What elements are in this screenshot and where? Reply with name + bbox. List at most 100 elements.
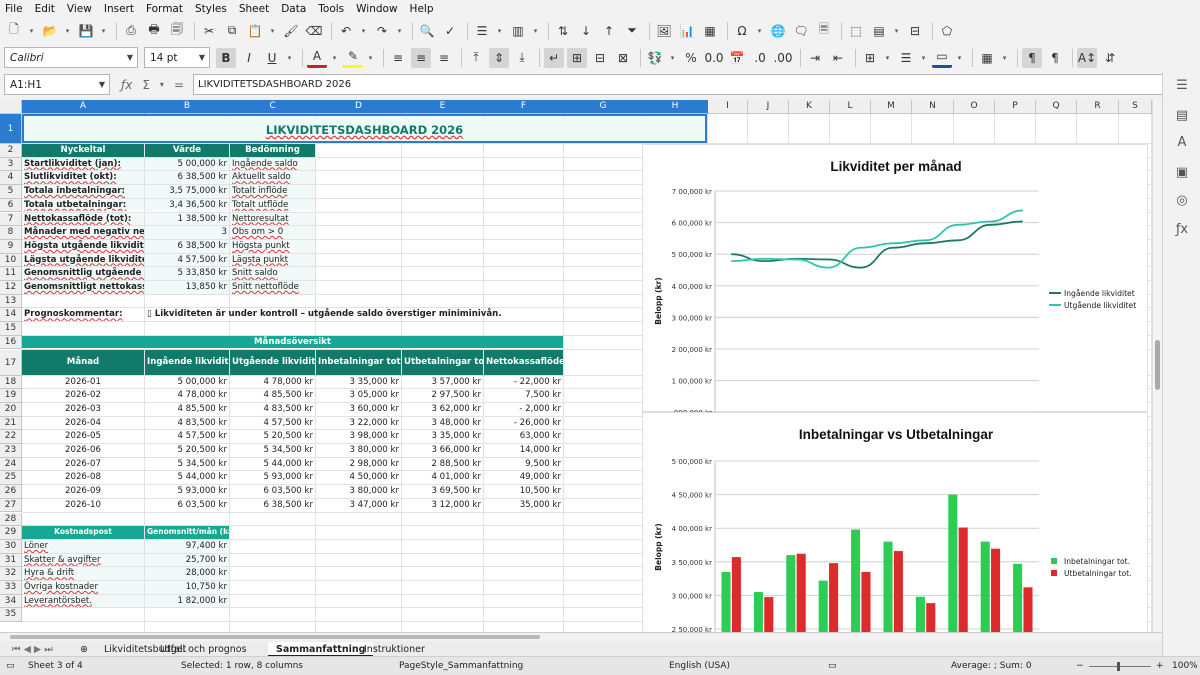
monthly-cell[interactable]: 2 88,500 kr (402, 458, 483, 471)
zoom-out-icon[interactable]: − (1076, 661, 1084, 671)
monthly-cell[interactable]: 7,500 kr (484, 389, 563, 402)
print-icon[interactable]: 🖶 (144, 21, 164, 41)
clone-formatting-icon[interactable]: 🖌 (281, 21, 301, 41)
column-icon[interactable]: ▥ (508, 21, 528, 41)
kpi-value[interactable]: 13,850 kr (145, 281, 229, 294)
monthly-section-title[interactable]: Månadsöversikt (22, 335, 563, 349)
bar-utbetalningar[interactable] (731, 557, 741, 632)
font-size-combo[interactable]: 14 pt ▼ (144, 47, 210, 68)
merge-center-icon[interactable]: ⊞ (567, 47, 587, 68)
percent-format-icon[interactable]: % (681, 48, 701, 68)
monthly-cell[interactable]: 3 60,000 kr (316, 403, 401, 416)
zoom-slider-thumb[interactable] (1117, 662, 1120, 671)
cost-label[interactable]: Leverantörsbet. (22, 594, 144, 608)
monthly-cell[interactable]: 2026-09 (22, 485, 144, 498)
delete-decimal-icon[interactable]: .00 (773, 48, 793, 68)
clear-formatting-icon[interactable]: ⌫ (304, 21, 324, 41)
monthly-cell[interactable]: 3 47,000 kr (316, 499, 401, 512)
column-header-h[interactable]: H (643, 100, 708, 114)
align-middle-icon[interactable]: ⇕ (489, 47, 509, 68)
sheet-navigation-arrows-icon[interactable]: ⏮ ◀ ▶ ⏭ (4, 642, 61, 657)
formula-input[interactable]: LIKVIDITETSDASHBOARD 2026 (193, 74, 1168, 95)
text-horizontal-icon[interactable]: A↕ (1077, 47, 1097, 68)
open-folder-icon[interactable]: 📂 (40, 21, 60, 41)
save-dropdown-icon[interactable]: ▾ (99, 21, 108, 41)
border-color-dropdown-icon[interactable]: ▾ (955, 48, 964, 68)
kpi-label[interactable]: Slutlikviditet (okt): (22, 171, 144, 185)
bar-inbetalningar[interactable] (1013, 563, 1023, 632)
menu-item-format[interactable]: Format (146, 3, 183, 15)
cost-label[interactable]: Hyra & drift (22, 567, 144, 580)
monthly-cell[interactable]: 14,000 kr (484, 444, 563, 457)
comment-icon[interactable]: 🗨 (791, 21, 811, 41)
pivot-table-icon[interactable]: ▦ (700, 21, 720, 41)
column-header-i[interactable]: I (708, 100, 748, 114)
chevron-down-icon[interactable]: ▼ (127, 53, 133, 62)
kpi-value[interactable]: 5 00,000 kr (145, 157, 229, 171)
monthly-cell[interactable]: 35,000 kr (484, 499, 563, 512)
cost-header[interactable]: Genomsnitt/mån (kr) (145, 526, 229, 539)
dashboard-title[interactable]: LIKVIDITETSDASHBOARD 2026 (22, 114, 707, 143)
kpi-note[interactable]: Snitt nettoflöde (230, 281, 315, 294)
bar-utbetalningar[interactable] (893, 551, 903, 632)
new-dropdown-icon[interactable]: ▾ (27, 21, 36, 41)
cost-header[interactable]: Kostnadspost (22, 526, 144, 539)
monthly-cell[interactable]: 6 03,500 kr (145, 499, 229, 512)
row-header-6[interactable]: 6 (0, 198, 22, 213)
monthly-cell[interactable]: 4 83,500 kr (145, 417, 229, 430)
number-format-icon[interactable]: 0.0 (704, 48, 724, 68)
language-status[interactable]: English (USA) (669, 661, 730, 671)
properties-icon[interactable]: ▤ (1174, 108, 1190, 124)
monthly-cell[interactable]: 3 05,000 kr (316, 389, 401, 402)
row-header-21[interactable]: 21 (0, 416, 22, 431)
row-header-7[interactable]: 7 (0, 212, 22, 227)
row-header-8[interactable]: 8 (0, 226, 22, 240)
row-header-29[interactable]: 29 (0, 526, 22, 540)
monthly-cell[interactable]: - 2,000 kr (484, 403, 563, 416)
cost-value[interactable]: 10,750 kr (145, 581, 229, 594)
prognos-text[interactable]: ▯ Likviditeten är under kontroll – utgåe… (145, 308, 563, 321)
row-header-19[interactable]: 19 (0, 389, 22, 403)
row-header-32[interactable]: 32 (0, 567, 22, 581)
cost-value[interactable]: 97,400 kr (145, 539, 229, 553)
add-sheet-icon[interactable]: ⊕ (72, 642, 96, 657)
monthly-header[interactable]: Utbetalningar tot. (402, 349, 483, 375)
cost-value[interactable]: 1 82,000 kr (145, 594, 229, 608)
chevron-down-icon[interactable]: ▼ (199, 53, 205, 62)
highlight-dropdown-icon[interactable]: ▾ (366, 48, 375, 68)
functions-icon[interactable]: ƒx (1174, 222, 1190, 238)
prognos-label[interactable]: Prognoskommentar: (22, 308, 144, 321)
bar-inbetalningar[interactable] (721, 571, 731, 632)
conditional-format-icon[interactable]: ▦ (977, 48, 997, 68)
zoom-level[interactable]: 100% (1172, 661, 1198, 671)
row-header-5[interactable]: 5 (0, 185, 22, 199)
cut-icon[interactable]: ✂ (199, 21, 219, 41)
italic-icon[interactable]: I (239, 48, 259, 68)
bar-inbetalningar[interactable] (818, 580, 828, 632)
monthly-cell[interactable]: 9,500 kr (484, 458, 563, 471)
menu-item-view[interactable]: View (67, 3, 92, 15)
bar-inbetalningar[interactable] (786, 555, 796, 632)
bar-inbetalningar[interactable] (753, 592, 763, 632)
row-header-28[interactable]: 28 (0, 512, 22, 527)
monthly-cell[interactable]: 5 20,500 kr (230, 430, 315, 443)
column-header-f[interactable]: F (484, 100, 564, 114)
bar-utbetalningar[interactable] (1023, 587, 1033, 632)
styles-icon[interactable]: A (1174, 135, 1190, 151)
monthly-cell[interactable]: 3 80,000 kr (316, 444, 401, 457)
redo-dropdown-icon[interactable]: ▾ (395, 21, 404, 41)
menu-item-edit[interactable]: Edit (35, 3, 55, 15)
font-name-combo[interactable]: Calibri ▼ (4, 47, 138, 68)
column-header-k[interactable]: K (789, 100, 830, 114)
row-header-25[interactable]: 25 (0, 471, 22, 486)
align-bottom-icon[interactable]: ⤓ (512, 48, 532, 68)
column-header-b[interactable]: B (145, 100, 230, 114)
row-header-33[interactable]: 33 (0, 581, 22, 595)
decrease-indent-icon[interactable]: ⇤ (828, 48, 848, 68)
kpi-header[interactable]: Värde (145, 144, 229, 157)
row-header-35[interactable]: 35 (0, 608, 22, 623)
cost-value[interactable]: 28,000 kr (145, 567, 229, 580)
monthly-cell[interactable]: 49,000 kr (484, 471, 563, 484)
font-color-icon[interactable]: A (307, 48, 327, 68)
kpi-note[interactable]: Ingående saldo (230, 157, 315, 171)
